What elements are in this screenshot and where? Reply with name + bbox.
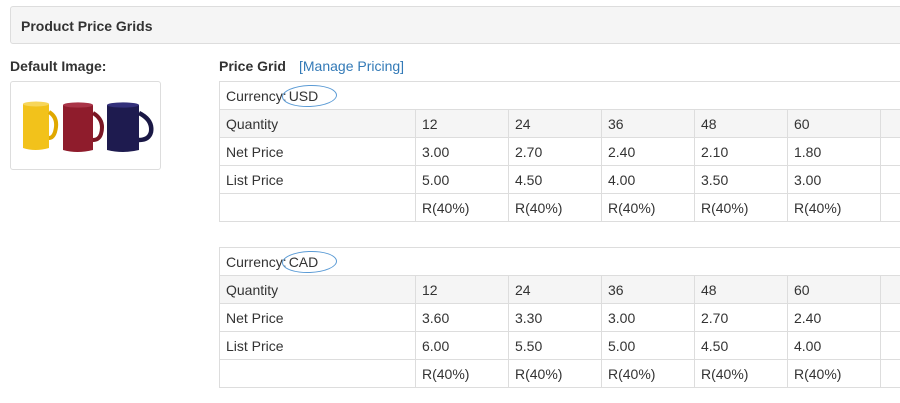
net-price-cell: 3.00 — [601, 303, 695, 332]
net-price-cell: 1.80 — [787, 137, 881, 166]
quantity-cell: 60 — [787, 275, 881, 304]
row-label: Quantity — [219, 275, 416, 304]
discount-code-cell: R(40%) — [694, 193, 788, 222]
currency-label: Currency: — [226, 87, 287, 104]
net-price-cell: 3.00 — [415, 137, 509, 166]
net-price-cell: 2.70 — [694, 303, 788, 332]
discount-code-cell: R(40%) — [508, 359, 602, 388]
discount-code-cell: R(40%) — [601, 193, 695, 222]
net-price-cell: 3.30 — [508, 303, 602, 332]
price-grid-label: Price Grid — [219, 58, 286, 74]
panel-header: Product Price Grids — [10, 6, 900, 44]
price-grid-table-cad: Currency: CAD Quantity 12 24 36 48 60 Net… — [219, 247, 900, 388]
currency-row: Currency: CAD — [219, 247, 900, 276]
list-price-cell: 4.00 — [601, 165, 695, 194]
net-price-cell: 2.40 — [787, 303, 881, 332]
row-label: Net Price — [219, 137, 416, 166]
quantity-cell: 12 — [415, 109, 509, 138]
panel-title: Product Price Grids — [21, 18, 153, 34]
row-label: Net Price — [219, 303, 416, 332]
quantity-row: Quantity 12 24 36 48 60 — [219, 109, 900, 138]
currency-code-usd: USD — [285, 88, 323, 104]
list-price-row: List Price 5.00 4.50 4.00 3.50 3.00 — [219, 165, 900, 194]
quantity-cell: 60 — [787, 109, 881, 138]
manage-pricing-link[interactable]: [Manage Pricing] — [299, 58, 404, 74]
quantity-cell: 24 — [508, 109, 602, 138]
list-price-cell: 3.50 — [694, 165, 788, 194]
list-price-cell: 5.50 — [508, 331, 602, 360]
row-label: List Price — [219, 331, 416, 360]
list-price-cell: 5.00 — [415, 165, 509, 194]
list-price-cell: 5.00 — [601, 331, 695, 360]
row-label — [219, 359, 416, 388]
list-price-cell: 6.00 — [415, 331, 509, 360]
currency-code-cad: CAD — [285, 254, 323, 270]
row-label: Quantity — [219, 109, 416, 138]
net-price-cell: 2.40 — [601, 137, 695, 166]
price-grid-table-usd: Currency: USD Quantity 12 24 36 48 60 Net… — [219, 81, 900, 222]
quantity-cell: 24 — [508, 275, 602, 304]
net-price-cell: 2.70 — [508, 137, 602, 166]
net-price-cell: 3.60 — [415, 303, 509, 332]
list-price-row: List Price 6.00 5.50 5.00 4.50 4.00 — [219, 331, 900, 360]
net-price-row: Net Price 3.00 2.70 2.40 2.10 1.80 — [219, 137, 900, 166]
discount-code-cell: R(40%) — [694, 359, 788, 388]
row-label: List Price — [219, 165, 416, 194]
default-image-label: Default Image: — [10, 58, 107, 74]
quantity-cell: 12 — [415, 275, 509, 304]
discount-code-row: R(40%) R(40%) R(40%) R(40%) R(40%) — [219, 193, 900, 222]
net-price-cell: 2.10 — [694, 137, 788, 166]
currency-row: Currency: USD — [219, 81, 900, 110]
discount-code-cell: R(40%) — [415, 359, 509, 388]
list-price-cell: 4.50 — [508, 165, 602, 194]
quantity-row: Quantity 12 24 36 48 60 — [219, 275, 900, 304]
discount-code-cell: R(40%) — [508, 193, 602, 222]
list-price-cell: 4.00 — [787, 331, 881, 360]
quantity-cell: 48 — [694, 109, 788, 138]
discount-code-cell: R(40%) — [601, 359, 695, 388]
quantity-cell: 36 — [601, 109, 695, 138]
discount-code-cell: R(40%) — [415, 193, 509, 222]
mugs-image — [23, 101, 154, 152]
quantity-cell: 48 — [694, 275, 788, 304]
quantity-cell: 36 — [601, 275, 695, 304]
list-price-cell: 4.50 — [694, 331, 788, 360]
net-price-row: Net Price 3.60 3.30 3.00 2.70 2.40 — [219, 303, 900, 332]
discount-code-cell: R(40%) — [787, 193, 881, 222]
discount-code-row: R(40%) R(40%) R(40%) R(40%) R(40%) — [219, 359, 900, 388]
discount-code-cell: R(40%) — [787, 359, 881, 388]
list-price-cell: 3.00 — [787, 165, 881, 194]
currency-label: Currency: — [226, 253, 287, 270]
row-label — [219, 193, 416, 222]
default-image-thumbnail[interactable] — [10, 81, 161, 170]
